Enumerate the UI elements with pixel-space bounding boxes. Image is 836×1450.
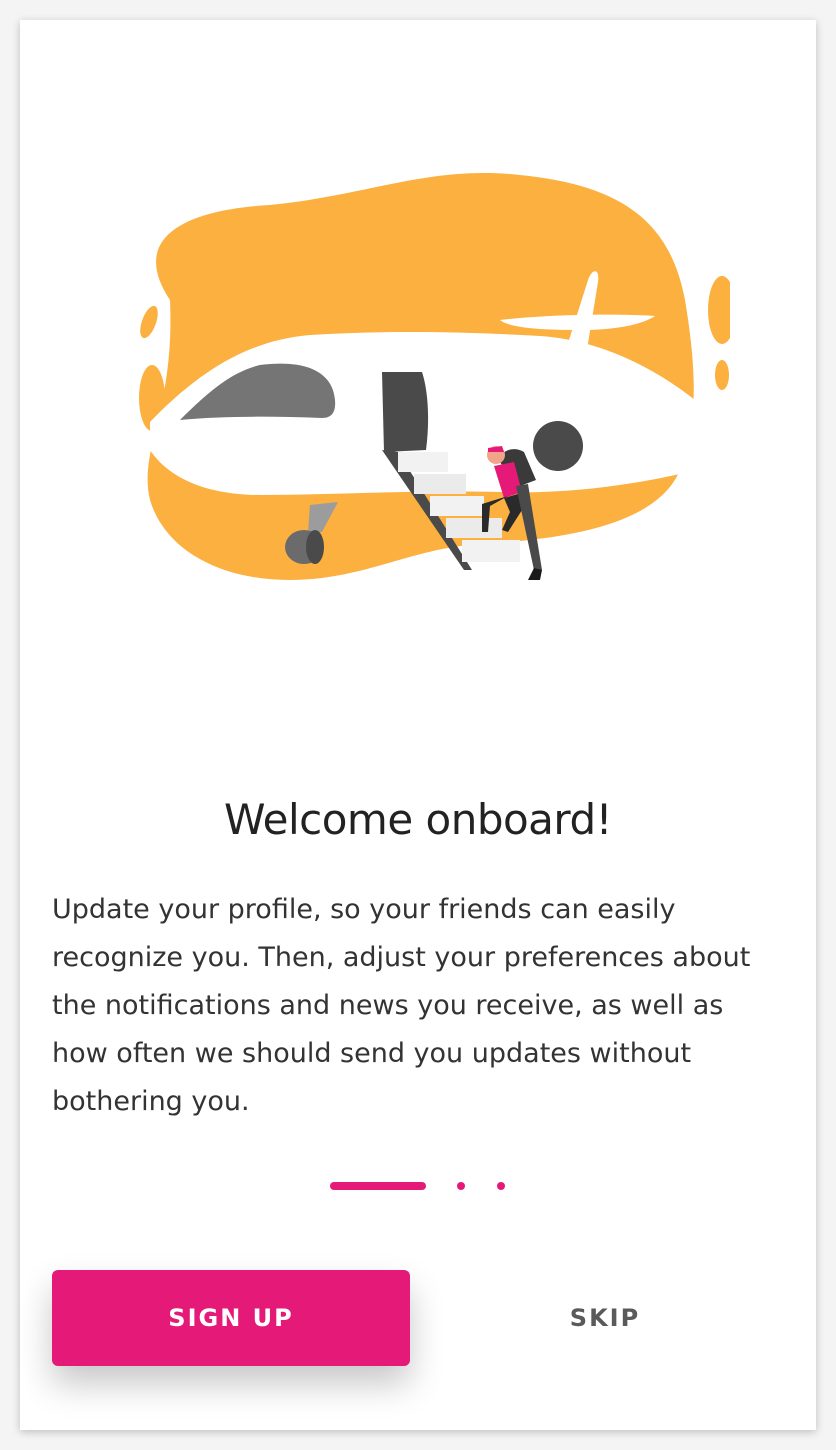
onboarding-screen: Welcome onboard! Update your profile, so… (20, 20, 816, 1430)
page-indicator-dot[interactable] (497, 1182, 505, 1190)
engine-intake (533, 421, 583, 471)
page-indicator-active[interactable] (330, 1182, 426, 1190)
airplane-door (382, 372, 429, 452)
onboarding-title: Welcome onboard! (224, 795, 612, 844)
page-indicator-dot[interactable] (457, 1182, 465, 1190)
blob-dot (708, 276, 730, 344)
sign-up-button[interactable]: SIGN UP (52, 1270, 410, 1366)
onboarding-description: Update your profile, so your friends can… (52, 894, 751, 1117)
landing-gear-wheel-face (306, 530, 324, 564)
skip-button[interactable]: SKIP (520, 1290, 690, 1346)
page-indicator (20, 1180, 816, 1192)
blob-dot (140, 305, 158, 339)
blob-dot (715, 360, 729, 390)
airplane-boarding-illustration (139, 172, 730, 580)
